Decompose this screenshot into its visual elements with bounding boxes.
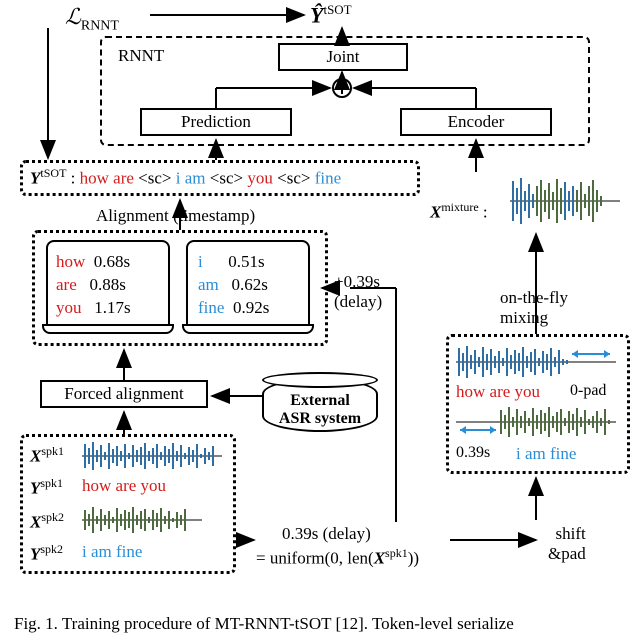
wave-xspk1 [82, 440, 222, 472]
shift-pad-label: shift &pad [548, 524, 586, 564]
mix-top-label: how are you [456, 382, 540, 402]
delay-formula-2a: = uniform(0, len( [256, 549, 374, 568]
ytsot-t4: fine [315, 169, 341, 188]
ytsot-sc1: <sc> [138, 169, 171, 188]
delay-align: +0.39s (delay) [334, 272, 382, 312]
joint-box: Joint [278, 43, 408, 71]
xspk1-sup: spk1 [41, 444, 64, 458]
wave-xspk2 [82, 504, 202, 536]
mix-bot-label: i am fine [516, 444, 576, 464]
external-asr-label: External ASR system [278, 392, 362, 428]
al-l-w2: are [56, 275, 77, 294]
xspk2-sup: spk2 [41, 510, 64, 524]
ytsot-t2: i am [176, 169, 206, 188]
mix-wave-top [456, 344, 616, 380]
ytsot-sc2: <sc> [210, 169, 243, 188]
mix-wave-bot [456, 404, 616, 440]
loss-symbol: ℒ [65, 4, 81, 29]
ytsot-colon: : [71, 169, 76, 188]
yhat-symbol: Ŷ [310, 2, 323, 27]
ytsot-sc3: <sc> [277, 169, 310, 188]
al-r-t2: 0.62s [232, 275, 268, 294]
on-the-fly-label: on-the-fly mixing [500, 288, 568, 328]
rnnt-label: RNNT [118, 46, 164, 66]
xmix-sup: mixture [441, 200, 478, 214]
figure-caption: Fig. 1. Training procedure of MT-RNNT-tS… [14, 614, 514, 634]
al-r-t1: 0.51s [228, 252, 264, 271]
ytsot-sup: tSOT [40, 166, 66, 180]
mix-top-right: 0-pad [570, 382, 606, 400]
al-l-w3: you [56, 298, 82, 317]
al-r-t3: 0.92s [233, 298, 269, 317]
yspk1-sup: spk1 [40, 476, 63, 490]
alignment-label: Alignment (timestamp) [96, 206, 255, 226]
al-r-w1: i [198, 252, 203, 271]
al-l-w1: how [56, 252, 85, 271]
yspk1-var: Y [30, 479, 40, 498]
xmix-var: X [430, 203, 441, 222]
yspk2-sup: spk2 [40, 542, 63, 556]
xspk1-var: X [30, 447, 41, 466]
encoder-box: Encoder [400, 108, 552, 136]
loss-sub: RNNT [81, 18, 119, 33]
delay-formula-2c: )) [408, 549, 419, 568]
scroll-left-bottom [42, 324, 174, 334]
delay-formula-sup: spk1 [385, 546, 408, 560]
waveform-mixture [510, 176, 620, 226]
xspk2-var: X [30, 513, 41, 532]
delay-formula-var: X [374, 549, 385, 568]
al-l-t3: 1.17s [94, 298, 130, 317]
external-asr-top [262, 372, 378, 388]
forced-alignment-box: Forced alignment [40, 380, 208, 408]
mix-bot-left: 0.39s [456, 444, 490, 462]
ytsot-var: Y [30, 169, 40, 188]
al-l-t2: 0.88s [90, 275, 126, 294]
yspk2-text: i am fine [82, 542, 142, 562]
ytsot-t3: you [247, 169, 273, 188]
delay-formula-1: 0.39s (delay) [282, 524, 371, 544]
scroll-right-bottom [182, 324, 314, 334]
prediction-box: Prediction [140, 108, 292, 136]
xmix-colon: : [483, 203, 488, 222]
al-r-w3: fine [198, 298, 224, 317]
al-l-t1: 0.68s [94, 252, 130, 271]
yspk1-text: how are you [82, 476, 166, 496]
al-r-w2: am [198, 275, 219, 294]
ytsot-t1: how are [80, 169, 134, 188]
yspk2-var: Y [30, 545, 40, 564]
yhat-sup: tSOT [323, 2, 351, 17]
